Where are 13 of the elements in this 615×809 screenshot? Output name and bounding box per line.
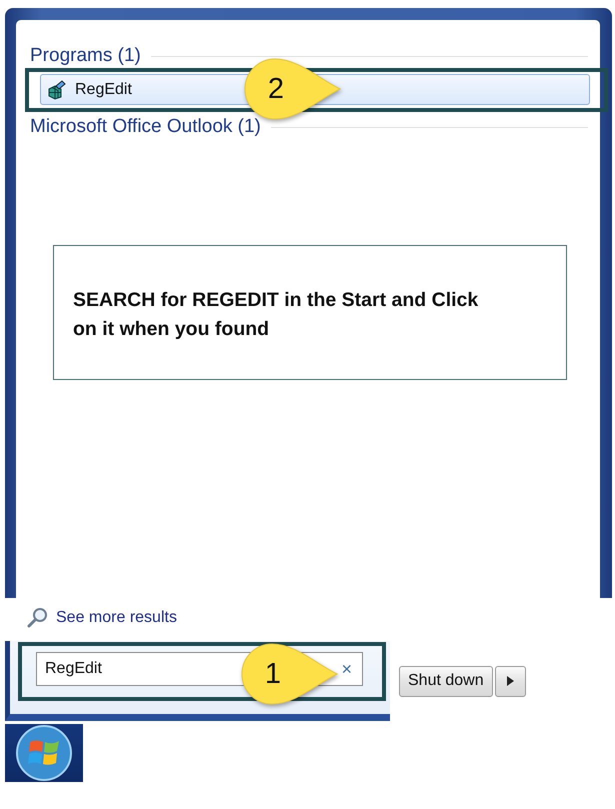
shutdown-options-button[interactable]: [494, 666, 526, 696]
see-more-link[interactable]: See more results: [56, 608, 177, 626]
clear-icon[interactable]: ×: [341, 658, 352, 680]
step-number: 2: [266, 72, 286, 106]
start-button[interactable]: [5, 724, 83, 782]
caret-icon: [506, 676, 514, 686]
group-heading: Microsoft Office Outlook (1): [30, 116, 261, 138]
windows-orb-icon: [15, 724, 73, 782]
registry-icon: [47, 80, 67, 100]
search-icon: [27, 606, 49, 628]
group-heading: Programs (1): [30, 45, 141, 67]
instruction-text: SEARCH for REGEDIT in the Start and Click on it when you found: [73, 288, 480, 342]
shut-down-button[interactable]: Shut down: [399, 666, 493, 696]
